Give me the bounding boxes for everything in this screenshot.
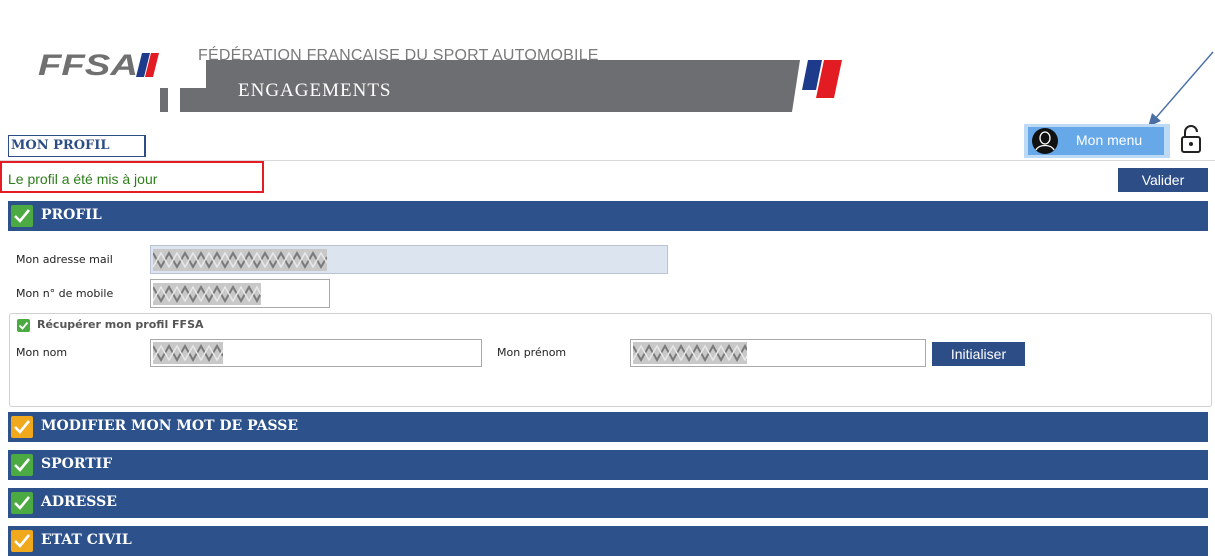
check-icon [18, 321, 29, 330]
valider-button[interactable]: Valider [1118, 168, 1208, 192]
app-name: ENGAGEMENTS [238, 80, 392, 101]
redacted-value [153, 249, 327, 271]
mobile-field[interactable] [150, 279, 330, 308]
padlock-open-icon[interactable] [1180, 124, 1202, 154]
prenom-label: Mon prénom [497, 346, 567, 359]
check-icon [11, 205, 33, 227]
mon-menu-button[interactable]: Mon menu [1024, 124, 1170, 158]
section-etat-civil[interactable]: ETAT CIVIL [8, 526, 1208, 556]
prenom-field[interactable] [630, 339, 926, 367]
section-modifier-mot-de-passe[interactable]: MODIFIER MON MOT DE PASSE [8, 412, 1208, 442]
initialiser-button[interactable]: Initialiser [932, 342, 1025, 366]
check-icon [11, 416, 33, 438]
redacted-value [153, 342, 223, 364]
section-label: PROFIL [41, 207, 102, 223]
section-profil[interactable]: PROFIL [8, 201, 1208, 231]
section-label: MODIFIER MON MOT DE PASSE [41, 418, 299, 434]
check-icon [11, 454, 33, 476]
status-message-box: Le profil a été mis à jour [0, 161, 264, 193]
mon-menu-label: Mon menu [1076, 132, 1143, 148]
recup-profil-checkbox[interactable] [17, 319, 30, 332]
svg-text:FFSA: FFSA [38, 50, 138, 80]
check-icon [11, 492, 33, 514]
recup-profil-label: Récupérer mon profil FFSA [37, 318, 204, 331]
page-title: MON PROFIL [8, 135, 146, 157]
annotation-arrow [1148, 51, 1214, 127]
nom-label: Mon nom [16, 346, 68, 359]
redacted-value [633, 342, 747, 364]
section-label: SPORTIF [41, 456, 113, 472]
redacted-value [153, 283, 261, 305]
email-label: Mon adresse mail [16, 253, 113, 266]
nom-field[interactable] [150, 339, 482, 367]
mobile-label: Mon n° de mobile [16, 287, 114, 300]
status-message: Le profil a été mis à jour [8, 171, 158, 187]
user-silhouette-icon [1032, 128, 1058, 154]
section-adresse[interactable]: ADRESSE [8, 488, 1208, 518]
mon-menu-inner: Mon menu [1028, 127, 1164, 155]
section-label: ADRESSE [41, 494, 117, 510]
email-field[interactable] [150, 245, 668, 274]
check-icon [11, 530, 33, 552]
section-label: ETAT CIVIL [41, 532, 132, 548]
ffsa-logo: FFSA [38, 50, 159, 80]
section-sportif[interactable]: SPORTIF [8, 450, 1208, 480]
